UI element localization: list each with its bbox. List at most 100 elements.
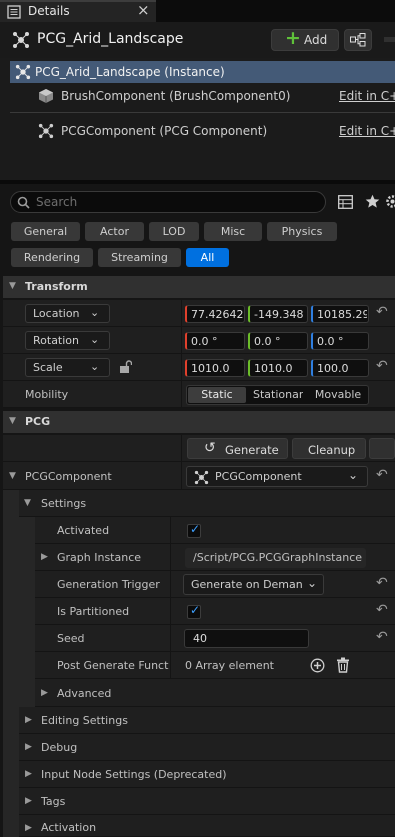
filter-actor[interactable]: Actor (85, 222, 144, 241)
pcg-category[interactable]: ▼ PCG (3, 411, 395, 433)
tab-title: Details (28, 4, 70, 18)
actor-icon (15, 64, 31, 80)
tree-root-row[interactable]: PCG_Arid_Landscape (Instance) (10, 61, 395, 83)
filter-general[interactable]: General (11, 222, 80, 241)
scale-x-field[interactable]: 1010.0 (185, 359, 245, 377)
tab-bar: Details × (0, 0, 395, 22)
settings-row[interactable]: ▼ Settings (19, 490, 395, 517)
reset-arrow-icon[interactable]: ↶ (376, 358, 388, 374)
location-dropdown[interactable]: Location ⌄ (25, 304, 110, 323)
scale-z-field[interactable]: 100.0 (311, 359, 369, 377)
tree-item-label: BrushComponent (BrushComponent0) (61, 89, 291, 103)
rotation-y-field[interactable]: 0.0 ° (248, 332, 308, 350)
activated-row: Activated ✓ (35, 517, 395, 544)
graph-instance-field[interactable]: /Script/PCG.PCGGraphInstance' (185, 548, 366, 568)
mobility-static[interactable]: Static (188, 387, 246, 403)
edit-in-cpp-link[interactable]: Edit in C++ (339, 124, 395, 138)
cleanup-label: Cleanup (308, 443, 356, 457)
blueprint-button[interactable] (344, 29, 372, 51)
post-generate-row: Post Generate Functi... 0 Array element (35, 652, 395, 679)
tree-item[interactable]: BrushComponent (BrushComponent0) Edit in… (10, 85, 395, 107)
pcgcomponent-dropdown[interactable]: PCGComponent ⌄ (186, 466, 368, 487)
chevron-right-icon: ▶ (25, 742, 32, 752)
reset-arrow-icon[interactable]: ↶ (376, 629, 388, 645)
add-element-icon[interactable] (310, 658, 325, 673)
category-title: Transform (25, 280, 88, 293)
more-actions-button[interactable] (369, 438, 395, 459)
rotation-y-value: 0.0 ° (254, 335, 281, 348)
chevron-down-icon: ⌄ (348, 468, 359, 482)
settings-indent-gutter (19, 517, 35, 707)
cleanup-button[interactable]: Cleanup (292, 438, 366, 459)
rotation-z-field[interactable]: 0.0 ° (311, 332, 369, 350)
advanced-row[interactable]: ▶ Advanced (35, 679, 395, 707)
settings-icon[interactable] (385, 194, 395, 209)
debug-row[interactable]: ▶ Debug (19, 734, 395, 761)
location-x-field[interactable]: 77.426422 (185, 305, 245, 323)
reset-arrow-icon[interactable]: ↶ (376, 575, 388, 591)
details-tab-icon (7, 5, 21, 19)
overflow-icon[interactable] (384, 37, 395, 42)
scale-dropdown[interactable]: Scale ⌄ (25, 358, 110, 377)
panel-splitter[interactable] (0, 180, 395, 184)
section-label: Activation (41, 821, 97, 834)
scale-y-field[interactable]: 1010.0 (248, 359, 308, 377)
is-partitioned-row: Is Partitioned ✓ ↶ (35, 598, 395, 625)
brush-component-icon (38, 88, 54, 104)
rotation-x-field[interactable]: 0.0 ° (185, 332, 245, 350)
search-icon (17, 196, 30, 209)
graph-instance-value: /Script/PCG.PCGGraphInstance' (193, 551, 363, 564)
location-z-value: 10185.29 (317, 308, 367, 321)
reset-arrow-icon[interactable]: ↶ (376, 602, 388, 618)
seed-field[interactable]: 40 (184, 629, 309, 648)
mobility-stationary[interactable]: Stationary (253, 387, 303, 403)
generate-button[interactable]: ↺ Generate (187, 438, 288, 459)
edit-in-cpp-link[interactable]: Edit in C++ (339, 89, 395, 103)
editing-settings-row[interactable]: ▶ Editing Settings (19, 707, 395, 734)
input-node-settings-row[interactable]: ▶ Input Node Settings (Deprecated) (19, 761, 395, 788)
is-partitioned-checkbox[interactable]: ✓ (187, 603, 201, 619)
rotation-dropdown[interactable]: Rotation ⌄ (25, 331, 110, 350)
trash-icon[interactable] (336, 657, 350, 673)
transform-category[interactable]: ▼ Transform (3, 276, 395, 298)
column-divider (170, 571, 171, 598)
tab-details[interactable]: Details × (0, 0, 156, 22)
close-icon[interactable]: × (137, 1, 150, 19)
chevron-right-icon[interactable]: ▶ (41, 552, 48, 562)
settings-label: Settings (41, 497, 87, 510)
filter-all[interactable]: All (186, 248, 229, 267)
activated-checkbox[interactable]: ✓ (187, 522, 201, 538)
filter-streaming[interactable]: Streaming (98, 248, 181, 267)
filter-physics[interactable]: Physics (267, 222, 337, 241)
advanced-label: Advanced (57, 687, 112, 700)
filter-lod[interactable]: LOD (149, 222, 199, 241)
activation-row[interactable]: ▶ Activation (19, 815, 395, 837)
table-view-icon[interactable] (338, 195, 353, 209)
filter-misc[interactable]: Misc (204, 222, 262, 241)
reset-arrow-icon[interactable]: ↶ (376, 467, 388, 483)
rotation-label: Rotation (33, 334, 80, 347)
tree-item[interactable]: PCGComponent (PCG Component) Edit in C++ (10, 120, 395, 142)
filter-rendering[interactable]: Rendering (11, 248, 93, 267)
generation-trigger-dropdown[interactable]: Generate on Demand ⌄ (183, 574, 324, 595)
mobility-movable[interactable]: Movable (309, 387, 367, 403)
add-button[interactable]: + Add (271, 27, 339, 51)
scale-label: Scale (33, 361, 63, 374)
pcg-indent-gutter (3, 490, 19, 837)
chevron-down-icon[interactable]: ▼ (9, 471, 16, 481)
chevron-down-icon: ⌄ (90, 360, 100, 373)
unlock-icon[interactable] (119, 360, 132, 374)
reset-arrow-icon[interactable]: ↶ (376, 304, 388, 320)
star-icon[interactable] (365, 194, 380, 209)
chevron-down-icon: ▼ (9, 416, 16, 426)
search-field[interactable]: Search (10, 191, 326, 213)
location-z-field[interactable]: 10185.29 (311, 305, 369, 323)
details-header: PCG_Arid_Landscape + Add (0, 22, 395, 58)
add-button-label: Add (304, 33, 328, 47)
scale-row: Scale ⌄ 1010.0 1010.0 100.0 ↶ (3, 354, 395, 381)
tags-row[interactable]: ▶ Tags (19, 788, 395, 815)
location-y-field[interactable]: -149.348 (248, 305, 308, 323)
actor-name[interactable]: PCG_Arid_Landscape (37, 31, 183, 47)
chevron-right-icon: ▶ (25, 769, 32, 779)
chevron-down-icon: ▼ (24, 498, 31, 508)
